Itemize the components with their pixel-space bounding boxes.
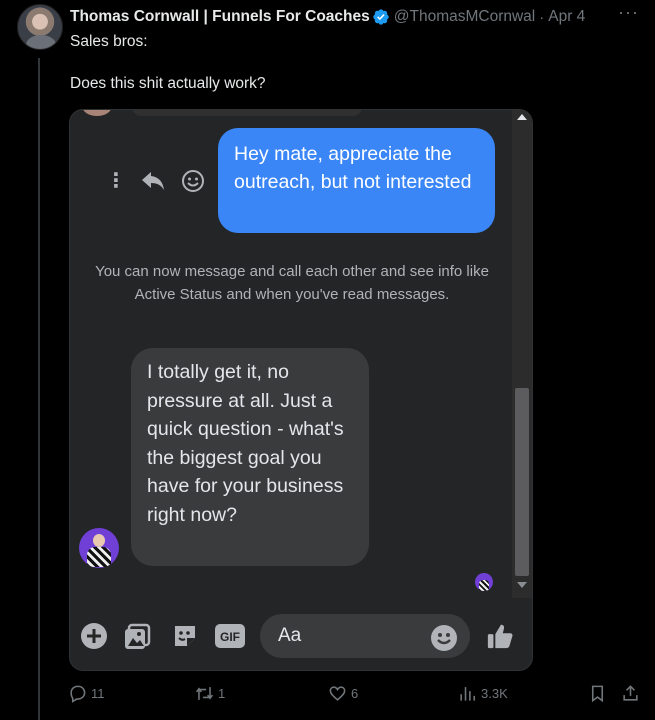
bookmark-action[interactable]: [588, 684, 607, 703]
tweet-header: Thomas Cornwall | Funnels For Coaches @T…: [70, 2, 645, 28]
thread-line: [38, 58, 40, 720]
system-notice: You can now message and call each other …: [95, 263, 489, 303]
scrollbar[interactable]: [512, 110, 532, 598]
previous-message-bubble: [132, 110, 362, 116]
reply-bubble-icon: [70, 685, 86, 703]
sticker-icon[interactable]: [171, 622, 199, 650]
views-chart-icon: [460, 687, 476, 701]
plus-circle-icon[interactable]: [80, 622, 108, 650]
reply-action[interactable]: 11: [68, 684, 105, 703]
author-name[interactable]: Thomas Cornwall | Funnels For Coaches: [70, 8, 370, 26]
outgoing-message[interactable]: Hey mate, appreciate the outreach, but n…: [218, 128, 495, 233]
share-icon: [623, 685, 638, 701]
tweet-text-line1: Sales bros:: [70, 33, 148, 50]
gif-icon[interactable]: GIF: [214, 622, 246, 650]
scroll-up-arrow-icon[interactable]: [517, 114, 527, 120]
reply-count: 11: [91, 686, 105, 701]
separator-dot: ·: [539, 8, 545, 26]
share-action[interactable]: [621, 684, 640, 703]
repost-count: 1: [218, 686, 226, 701]
views-action[interactable]: 3.3K: [458, 684, 508, 703]
like-count: 6: [351, 686, 359, 701]
tweet-action-bar: 11 1 6 3.3K: [68, 684, 648, 710]
verified-badge-icon: [373, 9, 389, 25]
views-count: 3.3K: [481, 686, 508, 701]
tweet-text-line2: Does this shit actually work?: [70, 75, 266, 92]
seen-indicator-avatar: [475, 573, 493, 591]
repost-icon: [195, 687, 214, 700]
previous-avatar: [82, 110, 112, 116]
thumbs-up-icon[interactable]: [486, 622, 514, 650]
svg-text:GIF: GIF: [220, 630, 240, 644]
scroll-down-arrow-icon[interactable]: [517, 582, 527, 588]
sender-avatar[interactable]: [79, 528, 119, 568]
tweet-date[interactable]: Apr 4: [548, 8, 585, 26]
incoming-message[interactable]: I totally get it, no pressure at all. Ju…: [131, 348, 369, 566]
heart-icon: [329, 686, 346, 701]
reply-icon[interactable]: [140, 168, 166, 194]
author-avatar[interactable]: [17, 4, 63, 50]
message-composer: GIF: [70, 606, 532, 670]
like-action[interactable]: 6: [328, 684, 358, 703]
scroll-thumb[interactable]: [515, 388, 529, 576]
more-options-icon[interactable]: ···: [618, 2, 639, 23]
repost-action[interactable]: 1: [195, 684, 225, 703]
emoji-icon[interactable]: [430, 624, 458, 652]
gallery-icon[interactable]: [123, 622, 151, 650]
message-actions: ⋮: [106, 168, 206, 194]
more-actions-icon[interactable]: ⋮: [106, 171, 126, 191]
screenshot-media[interactable]: ⋮ Hey mate, appreciate the outreach, but…: [69, 109, 533, 671]
bookmark-icon: [591, 685, 604, 703]
react-emoji-icon[interactable]: [180, 168, 206, 194]
author-handle[interactable]: @ThomasMCornwal: [394, 8, 536, 26]
